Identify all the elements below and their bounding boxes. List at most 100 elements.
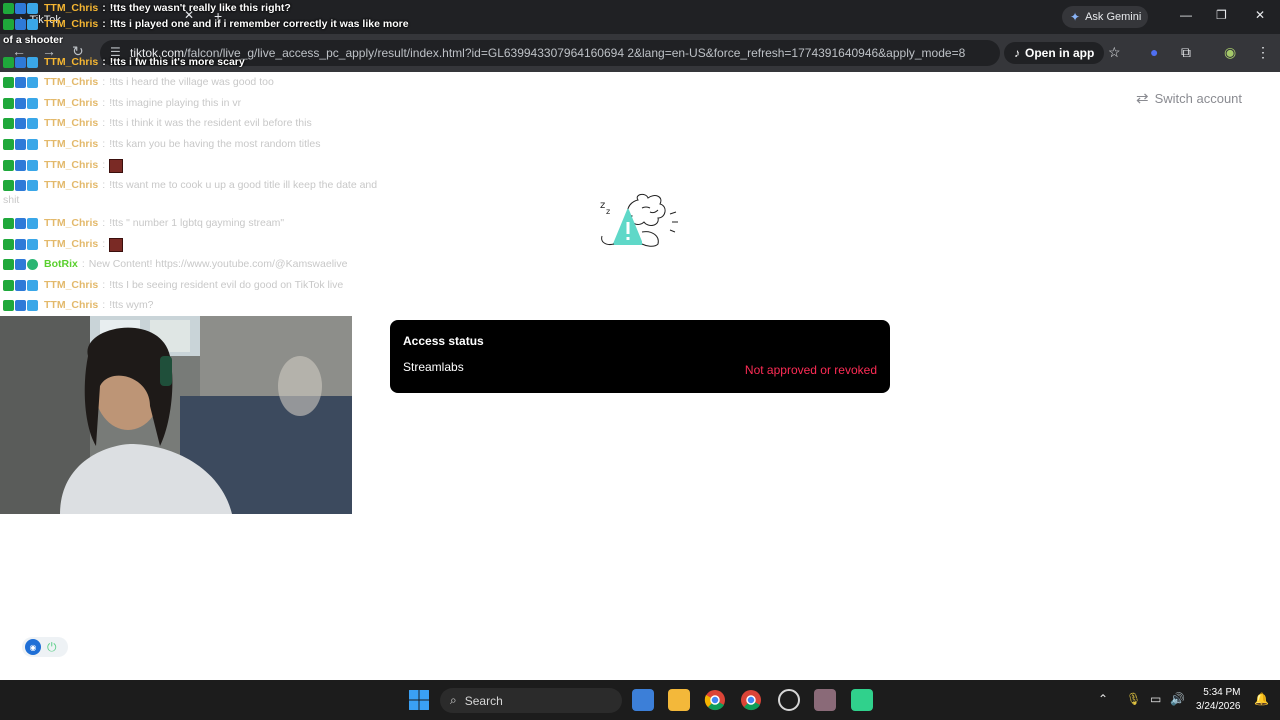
chat-badges <box>3 280 38 291</box>
badge-icon <box>3 77 14 88</box>
badge-icon <box>27 19 38 30</box>
streamlabs-app-icon[interactable] <box>851 689 873 711</box>
chat-message-text: !tts kam you be having the most random t… <box>109 138 321 150</box>
chat-username[interactable]: BotRix <box>44 256 78 273</box>
badge-icon <box>27 300 38 311</box>
power-icon[interactable]: ⏻ <box>47 640 57 655</box>
badge-icon <box>15 139 26 150</box>
menu-kebab-icon[interactable]: ⋮ <box>1256 44 1270 61</box>
extensions-puzzle-icon[interactable]: ⧉ <box>1181 44 1191 61</box>
volume-icon[interactable]: 🔊 <box>1170 692 1185 706</box>
chat-username[interactable]: TTM_Chris <box>44 0 98 17</box>
microphone-icon[interactable]: 🎙 <box>1126 692 1141 706</box>
chat-badges <box>3 160 38 171</box>
badge-icon <box>15 3 26 14</box>
close-window-icon[interactable]: ✕ <box>1255 8 1265 22</box>
chat-username[interactable]: TTM_Chris <box>44 236 98 253</box>
badge-icon <box>15 77 26 88</box>
clock-time: 5:34 PM <box>1203 687 1241 698</box>
chat-message: TTM_Chris: !tts I be seeing resident evil… <box>3 277 343 294</box>
chat-message: TTM_Chris: <box>3 236 124 253</box>
tray-chevron-up-icon[interactable]: ⌃ <box>1098 692 1108 706</box>
game-app-icon[interactable] <box>814 689 836 711</box>
chrome-profile-icon[interactable] <box>740 689 762 711</box>
chat-separator: : <box>102 279 106 291</box>
chat-username[interactable]: TTM_Chris <box>44 54 98 71</box>
chrome-icon[interactable] <box>704 689 726 711</box>
open-in-app-button[interactable]: ♪ Open in app <box>1004 42 1105 64</box>
badge-icon <box>3 160 14 171</box>
profile-avatar-icon[interactable]: ◉ <box>1224 44 1236 61</box>
restore-icon[interactable]: ❐ <box>1216 8 1227 22</box>
chat-separator: : <box>102 179 106 191</box>
chat-username[interactable]: TTM_Chris <box>44 16 98 33</box>
chat-message-text: !tts i think it was the resident evil be… <box>109 117 312 129</box>
svg-text:z: z <box>606 207 610 216</box>
chat-username[interactable]: TTM_Chris <box>44 136 98 153</box>
badge-icon <box>27 98 38 109</box>
chat-separator: : <box>102 159 106 171</box>
chat-message-text: !tts wym? <box>109 299 154 311</box>
minimize-icon[interactable]: — <box>1180 8 1192 22</box>
chat-badges <box>3 77 38 88</box>
badge-icon <box>3 118 14 129</box>
chat-badges <box>3 218 38 229</box>
chat-username[interactable]: TTM_Chris <box>44 157 98 174</box>
switch-account-label: Switch account <box>1154 90 1243 106</box>
badge-icon <box>3 3 14 14</box>
switch-account-button[interactable]: ⇄ Switch account <box>1136 89 1242 107</box>
store-icon[interactable] <box>632 689 654 711</box>
chat-username[interactable]: TTM_Chris <box>44 95 98 112</box>
obs-icon[interactable] <box>778 689 800 711</box>
chat-username[interactable]: TTM_Chris <box>44 277 98 294</box>
badge-icon <box>3 259 14 270</box>
badge-icon <box>27 160 38 171</box>
badge-icon <box>3 19 14 30</box>
chat-message: TTM_Chris: !tts i heard the village was g… <box>3 74 274 91</box>
screen: ♪ TikTok ✕ + ✦ Ask Gemini — ❐ ✕ ← → ↻ ☰ … <box>0 0 1280 720</box>
notification-icon[interactable]: 🔔 <box>1254 692 1269 706</box>
badge-icon <box>3 139 14 150</box>
chat-message-text: New Content! https://www.youtube.com/@Ka… <box>88 258 348 270</box>
file-explorer-icon[interactable] <box>668 689 690 711</box>
clock-date: 3/24/2026 <box>1196 701 1241 712</box>
chat-username[interactable]: TTM_Chris <box>44 297 98 314</box>
network-icon[interactable]: ▭ <box>1150 692 1161 706</box>
bookmark-star-icon[interactable]: ☆ <box>1108 44 1121 61</box>
taskbar-clock[interactable]: 5:34 PM 3/24/2026 <box>1196 686 1241 714</box>
badge-icon <box>15 160 26 171</box>
chat-username[interactable]: TTM_Chris <box>44 177 98 194</box>
chat-separator: : <box>102 2 106 14</box>
stream-chat-overlay: TTM_Chris: !tts they wasn't really like t… <box>0 0 430 316</box>
chat-username[interactable]: TTM_Chris <box>44 115 98 132</box>
chat-message-text: !tts i played one and if i remember corr… <box>109 18 409 30</box>
chat-username[interactable]: TTM_Chris <box>44 215 98 232</box>
chat-line-continuation: shit <box>3 194 20 206</box>
taskbar-search-box[interactable]: ⌕ Search <box>440 688 622 713</box>
chat-message-text: !tts " number 1 lgbtq gayming stream" <box>109 217 285 229</box>
ask-gemini-label: Ask Gemini <box>1085 11 1142 23</box>
access-status-card: Access status Streamlabs Not approved or… <box>390 320 890 393</box>
chat-badges <box>3 259 38 270</box>
badge-icon <box>3 280 14 291</box>
ask-gemini-button[interactable]: ✦ Ask Gemini <box>1062 6 1148 28</box>
chat-badges <box>3 3 38 14</box>
windows-start-icon[interactable] <box>408 689 430 711</box>
swap-icon: ⇄ <box>1136 90 1149 107</box>
open-in-app-label: Open in app <box>1025 46 1095 60</box>
chat-message-text: !tts i heard the village was good too <box>109 76 274 88</box>
status-badge: Not approved or revoked <box>744 363 877 377</box>
badge-icon <box>15 218 26 229</box>
badge-icon <box>3 218 14 229</box>
chat-badges <box>3 239 38 250</box>
floating-widget[interactable]: ◉ ⏻ <box>22 637 68 657</box>
badge-icon <box>27 77 38 88</box>
chat-separator: : <box>102 76 106 88</box>
extension-icon[interactable]: ● <box>1150 44 1158 60</box>
chat-line-continuation: of a shooter <box>3 34 64 46</box>
chat-username[interactable]: TTM_Chris <box>44 74 98 91</box>
badge-icon <box>15 98 26 109</box>
chat-badges <box>3 139 38 150</box>
badge-icon <box>27 118 38 129</box>
badge-icon <box>27 259 38 270</box>
